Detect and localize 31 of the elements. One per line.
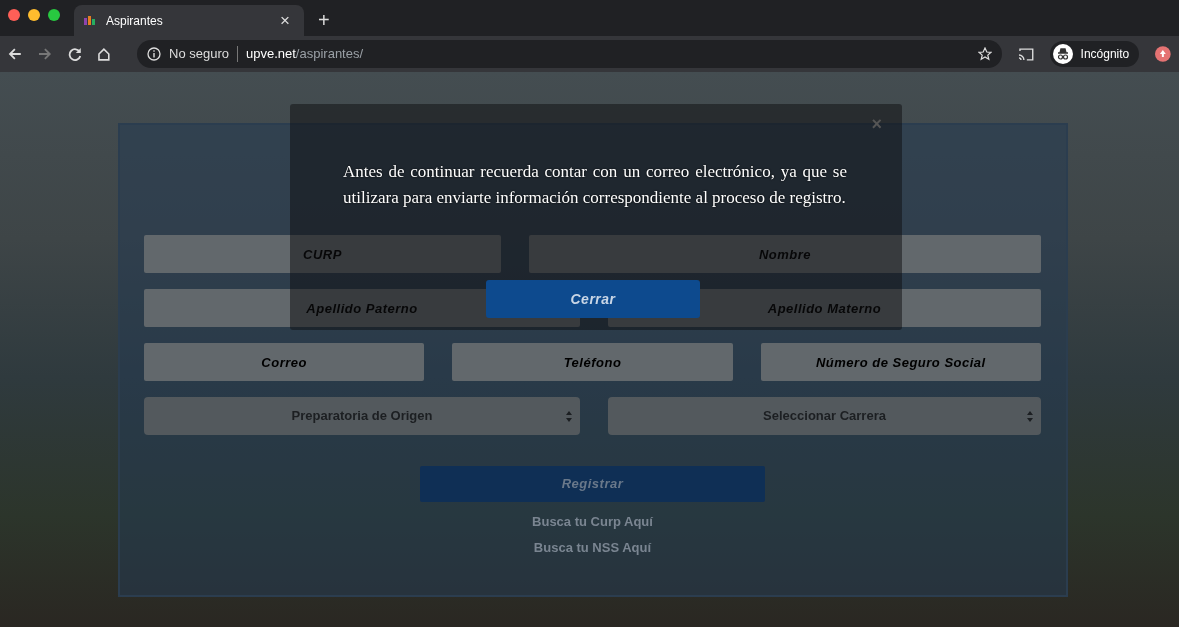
- text-field[interactable]: Correo: [144, 343, 425, 381]
- security-label: No seguro: [169, 45, 229, 64]
- cast-icon[interactable]: [1017, 47, 1034, 61]
- browser-tab[interactable]: Aspirantes ×: [74, 5, 304, 36]
- forward-icon[interactable]: [37, 47, 52, 61]
- register-button[interactable]: Registrar: [420, 466, 765, 502]
- close-tab-button[interactable]: ×: [276, 12, 294, 29]
- maximize-window-icon[interactable]: [48, 9, 60, 21]
- url-text: upve.net/aspirantes/: [246, 45, 364, 64]
- favicon-icon: [84, 15, 98, 26]
- text-field[interactable]: Número de Seguro Social: [760, 343, 1041, 381]
- profile-button[interactable]: Incógnito: [1049, 41, 1140, 67]
- address-bar[interactable]: No seguro upve.net/aspirantes/: [137, 40, 1002, 68]
- search-link[interactable]: Busca tu NSS Aquí: [533, 537, 652, 557]
- dropdown-arrows-icon: [566, 411, 572, 422]
- modal-message: Antes de continuar recuerda contar con un correo electrónico, ya que se utilizara para enviarte información correspondiente al proceso de registro.: [343, 161, 847, 209]
- back-icon[interactable]: [8, 47, 22, 61]
- search-link[interactable]: Busca tu Curp Aquí: [532, 512, 653, 532]
- home-icon[interactable]: [97, 47, 111, 61]
- dropdown-arrows-icon: [1027, 411, 1033, 422]
- minimize-window-icon[interactable]: [28, 9, 40, 21]
- incognito-icon: [1052, 44, 1073, 64]
- reload-icon[interactable]: [67, 47, 82, 61]
- star-icon[interactable]: [977, 47, 992, 61]
- extension-icon[interactable]: [1155, 46, 1171, 62]
- close-window-icon[interactable]: [8, 9, 20, 21]
- info-icon: [147, 47, 161, 61]
- text-field[interactable]: Teléfono: [452, 343, 733, 381]
- new-tab-button[interactable]: +: [312, 9, 336, 31]
- close-modal-button[interactable]: Cerrar: [486, 280, 700, 318]
- tab-title: Aspirantes: [106, 12, 164, 30]
